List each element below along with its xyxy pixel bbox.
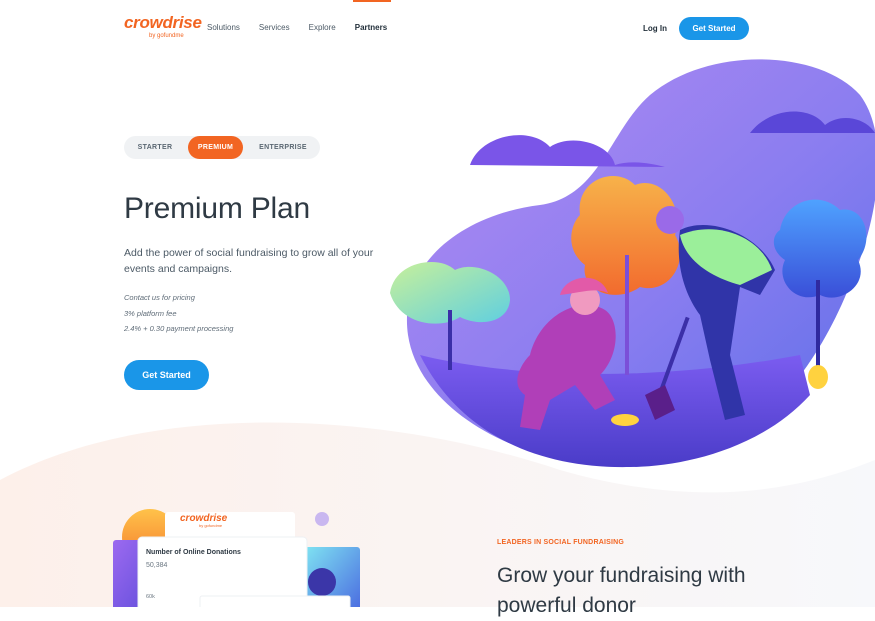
- nav-active-indicator: [353, 0, 391, 2]
- nav-services[interactable]: Services: [259, 23, 290, 32]
- decor-dot: [315, 512, 329, 526]
- site-header: crowdrise by gofundme Solutions Services…: [0, 0, 875, 58]
- pricing-details: Contact us for pricing 3% platform fee 2…: [124, 290, 233, 337]
- crowdrise-logo[interactable]: crowdrise by gofundme: [124, 13, 202, 39]
- plan-description: Add the power of social fundraising to g…: [124, 247, 374, 275]
- nav-partners[interactable]: Partners: [355, 23, 387, 32]
- nav-solutions[interactable]: Solutions: [207, 23, 240, 32]
- logo-subtitle: by gofundme: [149, 33, 184, 39]
- tree-planting-illustration: [390, 59, 875, 468]
- card-title: Number of Online Donations: [146, 549, 241, 556]
- tree-right-trunk: [816, 280, 820, 370]
- inner-card: [199, 595, 351, 607]
- pricing-line-processing: 2.4% + 0.30 payment processing: [124, 324, 234, 333]
- section-eyebrow: LEADERS IN SOCIAL FUNDRAISING: [497, 539, 625, 546]
- seedling: [808, 365, 828, 389]
- tab-enterprise[interactable]: ENTERPRISE: [246, 136, 320, 159]
- pricing-line-platform-fee: 3% platform fee: [124, 308, 177, 318]
- login-link[interactable]: Log In: [643, 24, 667, 33]
- card-logo-subtitle: by gofundme: [199, 523, 223, 528]
- plan-tabs: STARTER PREMIUM ENTERPRISE: [124, 136, 320, 159]
- section-headline: Grow your fundraising with powerful dono…: [497, 564, 746, 617]
- main-nav: Solutions Services Explore Partners: [207, 23, 387, 32]
- teal-card-blob: [308, 568, 336, 596]
- tree-orange-trunk: [625, 255, 629, 375]
- pricing-line-contact: Contact us for pricing: [124, 293, 195, 302]
- header-get-started-button[interactable]: Get Started: [679, 17, 749, 40]
- hero-get-started-button[interactable]: Get Started: [124, 360, 209, 390]
- card-axis-tick: 60k: [146, 594, 155, 600]
- tree-right-foliage: [773, 199, 867, 298]
- tree-left-trunk: [448, 310, 452, 370]
- nav-explore[interactable]: Explore: [309, 23, 336, 32]
- page-title: Premium Plan: [124, 192, 310, 225]
- tab-starter[interactable]: STARTER: [124, 136, 186, 159]
- person-head: [656, 206, 684, 234]
- tab-premium[interactable]: PREMIUM: [188, 136, 243, 159]
- card-value: 50,384: [146, 562, 168, 569]
- logo-wordmark: crowdrise: [124, 13, 202, 32]
